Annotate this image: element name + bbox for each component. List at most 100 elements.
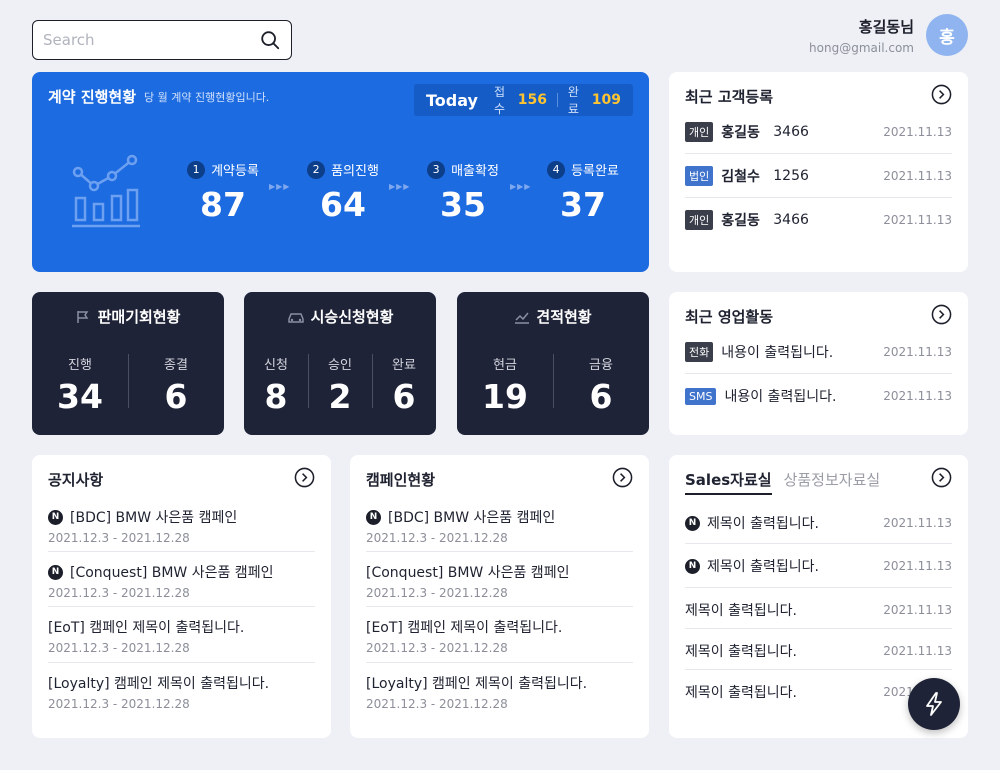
divider [366, 606, 633, 607]
divider [685, 153, 952, 154]
campaign-title: [BDC] BMW 사은품 캠페인 [388, 510, 556, 526]
list-item[interactable]: N 제목이 출력됩니다. 2021.11.13 [685, 513, 952, 533]
card-title: 공지사항 [48, 471, 104, 489]
tab-product-resources[interactable]: 상품정보자료실 [784, 469, 881, 495]
list-item[interactable]: 제목이 출력됩니다. 2021.11.13 [685, 600, 952, 620]
search-icon[interactable] [259, 29, 281, 51]
divider [48, 551, 315, 552]
campaign-period: 2021.12.3 - 2021.12.28 [366, 697, 508, 711]
avatar[interactable]: 홍 [926, 14, 968, 56]
chevron-right-circle-icon[interactable] [931, 467, 952, 488]
tab-sales-resources[interactable]: Sales자료실 [685, 469, 772, 495]
card-title: 시승신청현황 [310, 308, 394, 326]
resource-title: 제목이 출력됩니다. [707, 559, 819, 575]
new-badge-icon: N [685, 515, 700, 531]
resource-title: 제목이 출력됩니다. [707, 516, 819, 532]
chevron-right-circle-icon[interactable] [294, 467, 315, 488]
step-sales-confirm[interactable]: 3 매출확정 35 [418, 160, 508, 224]
divider [685, 543, 952, 544]
activity-badge: SMS [685, 387, 717, 405]
test-drive-card[interactable]: 시승신청현황 신청 8 승인 2 완료 6 [244, 292, 436, 435]
chevron-right-circle-icon[interactable] [612, 467, 633, 488]
campaign-period: 2021.12.3 - 2021.12.28 [366, 641, 508, 655]
quick-action-button[interactable] [908, 678, 960, 730]
notice-period: 2021.12.3 - 2021.12.28 [48, 697, 190, 711]
divider [685, 669, 952, 670]
campaign-title: [EoT] 캠페인 제목이 출력됩니다. [366, 620, 563, 636]
list-item[interactable]: N [BDC] BMW 사은품 캠페인 2021.12.3 - 2021.12.2… [366, 507, 633, 545]
step-number: 1 [187, 160, 206, 179]
customer-name: 김철수 [721, 169, 760, 185]
search-input[interactable] [43, 31, 259, 49]
step-registration-done[interactable]: 4 등록완료 37 [538, 160, 628, 224]
type-badge: 개인 [685, 122, 714, 142]
date: 2021.11.13 [883, 603, 952, 617]
new-badge-icon: N [366, 509, 381, 525]
step-value: 64 [320, 185, 366, 224]
date: 2021.11.13 [883, 213, 952, 227]
stat-value: 6 [164, 377, 188, 416]
notice-period: 2021.12.3 - 2021.12.28 [48, 586, 190, 600]
divider [366, 662, 633, 663]
contract-progress-card: 계약 진행현황 당 월 계약 진행현황입니다. Today 접수 156 완료 … [32, 72, 649, 272]
step-label: 등록완료 [571, 164, 619, 179]
card-title: 견적현황 [536, 308, 592, 326]
stat-label: 진행 [68, 358, 92, 373]
quote-card[interactable]: 견적현황 현금 19 금융 6 [457, 292, 649, 435]
resource-title: 제목이 출력됩니다. [685, 685, 797, 701]
step-value: 37 [560, 185, 606, 224]
list-item[interactable]: N [BDC] BMW 사은품 캠페인 2021.12.3 - 2021.12.2… [48, 507, 315, 545]
search-box[interactable] [32, 20, 292, 60]
stat-value: 19 [482, 377, 528, 416]
today-label: Today [426, 90, 478, 110]
contract-subtitle: 당 월 계약 진행현황입니다. [144, 91, 270, 104]
chart-icon [72, 154, 140, 228]
step-approval[interactable]: 2 품의진행 64 [298, 160, 388, 224]
activity-badge: 전화 [685, 342, 714, 362]
list-item[interactable]: 법인 김철수 1256 2021.11.13 [685, 166, 952, 186]
new-badge-icon: N [48, 564, 63, 580]
divider [557, 93, 558, 107]
step-arrow-icon: ▶▶▶ [389, 182, 411, 191]
campaign-period: 2021.12.3 - 2021.12.28 [366, 531, 508, 545]
list-item[interactable]: [EoT] 캠페인 제목이 출력됩니다. 2021.12.3 - 2021.12… [48, 617, 315, 655]
list-item[interactable]: 개인 홍길동 3466 2021.11.13 [685, 122, 952, 142]
customer-code: 3466 [773, 124, 809, 140]
divider [685, 373, 952, 374]
notices-card: 공지사항 N [BDC] BMW 사은품 캠페인 2021.12.3 - 2021… [32, 455, 331, 738]
user-profile[interactable]: 홍길동님 hong@gmail.com 홍 [809, 14, 968, 56]
trend-icon [515, 312, 530, 324]
list-item[interactable]: SMS 내용이 출력됩니다. 2021.11.13 [685, 386, 952, 406]
list-item[interactable]: 개인 홍길동 3466 2021.11.13 [685, 210, 952, 230]
list-item[interactable]: [Loyalty] 캠페인 제목이 출력됩니다. 2021.12.3 - 202… [366, 673, 633, 711]
step-number: 2 [307, 160, 326, 179]
list-item[interactable]: [EoT] 캠페인 제목이 출력됩니다. 2021.12.3 - 2021.12… [366, 617, 633, 655]
list-item[interactable]: N 제목이 출력됩니다. 2021.11.13 [685, 556, 952, 576]
notice-period: 2021.12.3 - 2021.12.28 [48, 641, 190, 655]
list-item[interactable]: N [Conquest] BMW 사은품 캠페인 2021.12.3 - 2021… [48, 562, 315, 600]
list-item[interactable]: [Conquest] BMW 사은품 캠페인 2021.12.3 - 2021.… [366, 562, 633, 600]
contract-steps: 1 계약등록 87 ▶▶▶ 2 품의진행 64 ▶▶▶ 3 매출확정 35 ▶▶▶ 4… [178, 160, 628, 230]
today-received-value: 156 [517, 92, 548, 108]
divider [48, 606, 315, 607]
card-title: 판매기회현황 [97, 308, 181, 326]
sales-opportunity-card[interactable]: 판매기회현황 진행 34 종결 6 [32, 292, 224, 435]
stat-value: 6 [589, 377, 613, 416]
chevron-right-circle-icon[interactable] [931, 304, 952, 325]
divider [685, 197, 952, 198]
step-contract-register[interactable]: 1 계약등록 87 [178, 160, 268, 224]
list-item[interactable]: 전화 내용이 출력됩니다. 2021.11.13 [685, 342, 952, 362]
step-value: 87 [200, 185, 246, 224]
stat-label: 승인 [328, 358, 352, 373]
date: 2021.11.13 [883, 169, 952, 183]
step-label: 매출확정 [451, 164, 499, 179]
list-item[interactable]: [Loyalty] 캠페인 제목이 출력됩니다. 2021.12.3 - 202… [48, 673, 315, 711]
chevron-right-circle-icon[interactable] [931, 84, 952, 105]
list-item[interactable]: 제목이 출력됩니다. 2021.11.13 [685, 641, 952, 661]
divider [366, 551, 633, 552]
recent-activity-card: 최근 영업활동 전화 내용이 출력됩니다. 2021.11.13 SMS 내용이… [669, 292, 968, 435]
car-icon [287, 312, 304, 323]
resources-tabs: Sales자료실 상품정보자료실 [685, 469, 880, 495]
date: 2021.11.13 [883, 389, 952, 403]
new-badge-icon: N [685, 558, 700, 574]
